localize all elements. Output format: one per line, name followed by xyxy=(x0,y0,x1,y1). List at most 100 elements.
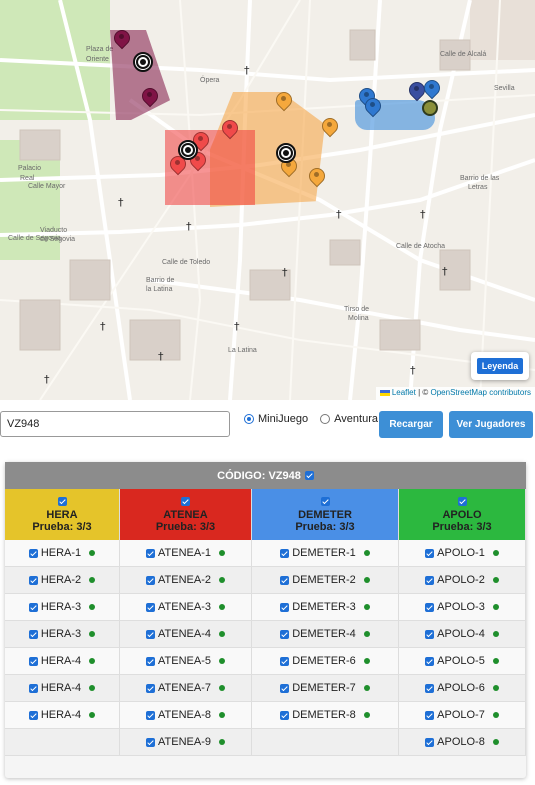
player-checkbox[interactable] xyxy=(146,656,155,666)
player-checkbox[interactable] xyxy=(425,629,435,639)
eye-icon[interactable] xyxy=(178,140,198,160)
table-row: APOLO-1 xyxy=(399,540,526,567)
radio-aventura-label[interactable]: Aventura xyxy=(334,413,378,425)
attribution-separator: | © xyxy=(415,388,431,397)
table-row: HERA-1 xyxy=(5,540,120,567)
table-row: APOLO-7 xyxy=(399,702,526,729)
player-checkbox[interactable] xyxy=(425,548,435,558)
player-checkbox[interactable] xyxy=(280,656,290,666)
player-marker[interactable] xyxy=(409,82,423,102)
atenea-marker[interactable] xyxy=(170,156,184,176)
online-status-icon xyxy=(218,577,225,583)
table-row: ATENEA-4 xyxy=(120,621,252,648)
online-status-icon xyxy=(89,658,96,664)
demeter-marker[interactable] xyxy=(322,118,336,138)
player-checkbox[interactable] xyxy=(146,602,155,612)
hera-marker[interactable] xyxy=(114,30,128,50)
player-checkbox[interactable] xyxy=(146,710,155,720)
player-checkbox[interactable] xyxy=(280,629,290,639)
select-all-checkbox[interactable] xyxy=(304,471,314,480)
player-checkbox[interactable] xyxy=(28,656,38,666)
game-code-title: CÓDIGO: VZ948 xyxy=(217,469,301,482)
player-name: ATENEA-7 xyxy=(158,682,211,694)
atenea-marker[interactable] xyxy=(222,120,236,140)
ver-jugadores-button[interactable]: Ver Jugadores xyxy=(449,411,533,438)
team-prueba: Prueba: 3/3 xyxy=(432,520,492,533)
player-checkbox[interactable] xyxy=(425,575,435,585)
demeter-marker[interactable] xyxy=(276,92,290,112)
online-status-icon xyxy=(89,712,96,718)
player-checkbox[interactable] xyxy=(280,575,290,585)
player-checkbox[interactable] xyxy=(425,683,435,693)
team-checkbox-apolo[interactable] xyxy=(457,496,467,506)
eye-icon[interactable] xyxy=(276,143,296,163)
online-status-icon xyxy=(363,631,370,637)
demeter-marker[interactable] xyxy=(309,168,323,188)
team-checkbox-demeter[interactable] xyxy=(320,496,330,506)
svg-text:la Latina: la Latina xyxy=(146,286,173,293)
svg-text:Ópera: Ópera xyxy=(200,75,220,84)
team-checkbox-hera[interactable] xyxy=(57,496,67,506)
recargar-button[interactable]: Recargar xyxy=(379,411,443,438)
player-checkbox[interactable] xyxy=(425,710,435,720)
team-name: APOLO xyxy=(442,508,482,521)
table-row: DEMETER-7 xyxy=(252,675,399,702)
table-row xyxy=(252,729,399,756)
player-checkbox[interactable] xyxy=(146,548,155,558)
apolo-marker[interactable] xyxy=(424,80,438,100)
player-checkbox[interactable] xyxy=(146,737,155,747)
player-checkbox[interactable] xyxy=(28,629,38,639)
table-row: APOLO-4 xyxy=(399,621,526,648)
table-row: APOLO-6 xyxy=(399,675,526,702)
svg-text:Letras: Letras xyxy=(468,184,488,191)
player-checkbox[interactable] xyxy=(146,575,155,585)
apolo-marker[interactable] xyxy=(365,98,379,118)
online-status-icon xyxy=(218,604,225,610)
player-checkbox[interactable] xyxy=(425,602,435,612)
player-checkbox[interactable] xyxy=(146,629,155,639)
online-status-icon xyxy=(492,658,499,664)
map[interactable]: Plaza de Oriente Ópera Palacio Real Viaduc… xyxy=(0,0,535,400)
player-checkbox[interactable] xyxy=(28,548,38,558)
player-checkbox[interactable] xyxy=(280,602,290,612)
radio-minijuego[interactable] xyxy=(244,414,254,424)
eye-icon[interactable] xyxy=(133,52,153,72)
svg-text:Palacio: Palacio xyxy=(18,165,41,172)
table-row: ATENEA-5 xyxy=(120,648,252,675)
hera-marker[interactable] xyxy=(142,88,156,108)
player-checkbox[interactable] xyxy=(28,710,38,720)
osm-link[interactable]: OpenStreetMap contributors xyxy=(431,388,532,397)
player-name: APOLO-5 xyxy=(437,655,485,667)
online-status-icon xyxy=(363,604,370,610)
player-location-icon[interactable] xyxy=(422,100,438,116)
team-column-demeter: DEMETER Prueba: 3/3 DEMETER-1 DEMETER-2 DEME… xyxy=(252,489,399,756)
radio-aventura[interactable] xyxy=(320,414,331,424)
player-checkbox[interactable] xyxy=(280,548,290,558)
table-row: HERA-3 xyxy=(5,621,120,648)
player-name: HERA-4 xyxy=(40,709,82,721)
player-checkbox[interactable] xyxy=(28,683,38,693)
player-name: ATENEA-9 xyxy=(158,736,211,748)
svg-text:†: † xyxy=(44,373,50,386)
player-checkbox[interactable] xyxy=(28,602,38,612)
radio-minijuego-label[interactable]: MiniJuego xyxy=(258,413,308,425)
player-checkbox[interactable] xyxy=(425,656,435,666)
player-name: HERA-3 xyxy=(40,601,82,613)
player-checkbox[interactable] xyxy=(146,683,155,693)
player-checkbox[interactable] xyxy=(280,710,290,720)
leyenda-button[interactable]: Leyenda xyxy=(477,358,523,374)
player-checkbox[interactable] xyxy=(425,737,435,747)
game-code-input[interactable] xyxy=(0,411,230,437)
svg-text:Tirso de: Tirso de xyxy=(344,306,369,313)
leaflet-link[interactable]: Leaflet xyxy=(392,388,416,397)
player-name: DEMETER-7 xyxy=(292,682,356,694)
table-row: DEMETER-1 xyxy=(252,540,399,567)
player-checkbox[interactable] xyxy=(280,683,290,693)
team-column-apolo: APOLO Prueba: 3/3 APOLO-1 APOLO-2 APOLO-3 APO… xyxy=(399,489,526,756)
player-name: ATENEA-2 xyxy=(158,574,211,586)
online-status-icon xyxy=(492,739,499,745)
player-checkbox[interactable] xyxy=(28,575,38,585)
svg-text:Viaducto: Viaducto xyxy=(40,227,67,234)
svg-text:Calle de Alcalá: Calle de Alcalá xyxy=(440,51,486,58)
team-checkbox-atenea[interactable] xyxy=(181,496,190,506)
